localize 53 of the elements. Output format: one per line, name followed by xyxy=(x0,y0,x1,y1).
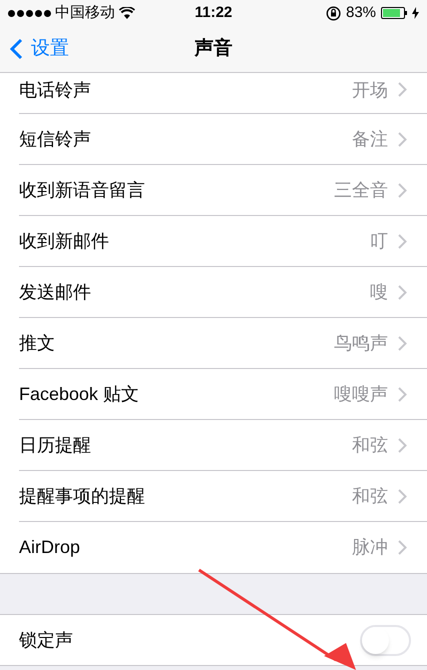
sound-value: 嗖嗖声 xyxy=(334,382,388,406)
sound-row[interactable]: AirDrop 脉冲 xyxy=(19,522,427,573)
sound-row[interactable]: 日历提醒 和弦 xyxy=(19,420,427,471)
sound-value: 和弦 xyxy=(352,484,388,508)
chevron-icon xyxy=(398,234,407,248)
chevron-icon xyxy=(398,488,407,504)
wifi-icon xyxy=(119,7,135,19)
sound-row[interactable]: 收到新语音留言 三全音 xyxy=(19,165,427,216)
sound-label: AirDrop xyxy=(19,536,82,559)
sound-label: 电话铃声 xyxy=(19,79,92,102)
sound-label: 日历提醒 xyxy=(19,434,92,456)
chevron-icon xyxy=(398,540,407,555)
chevron-icon xyxy=(398,438,407,452)
sound-row[interactable]: 电话铃声 开场 xyxy=(19,77,427,114)
chevron-icon xyxy=(398,284,407,300)
signal-icon xyxy=(8,10,51,16)
sound-value: 脉冲 xyxy=(352,536,388,559)
toggle-switch[interactable] xyxy=(360,624,411,656)
sound-label: 收到新语音留言 xyxy=(19,178,146,202)
sound-value: 嗖 xyxy=(370,280,388,304)
carrier-name: 中国移动 xyxy=(55,2,115,23)
chevron-icon xyxy=(398,386,407,402)
sound-label: 短信铃声 xyxy=(19,128,92,150)
sound-value: 鸟鸣声 xyxy=(334,332,388,354)
chevron-icon xyxy=(398,182,407,198)
toggle-label: 锁定声 xyxy=(19,628,74,652)
sound-row[interactable]: Facebook 贴文 嗖嗖声 xyxy=(19,369,427,420)
rotation-lock-icon xyxy=(326,6,341,20)
sound-label: 发送邮件 xyxy=(19,280,92,304)
sound-row[interactable]: 短信铃声 备注 xyxy=(19,114,427,165)
chevron-icon xyxy=(398,132,407,146)
sound-value: 开场 xyxy=(352,79,388,102)
back-button[interactable]: 设置 xyxy=(10,35,69,64)
sound-value: 叮 xyxy=(370,230,388,252)
sound-row[interactable]: 推文 鸟鸣声 xyxy=(19,318,427,369)
battery-percent: 83% xyxy=(346,2,376,23)
battery-icon xyxy=(381,7,408,19)
sound-value: 三全音 xyxy=(334,178,388,202)
charging-icon xyxy=(412,7,420,19)
sound-row[interactable]: 提醒事项的提醒 和弦 xyxy=(19,471,427,522)
sound-label: Facebook 贴文 xyxy=(19,382,140,406)
sound-row[interactable]: 发送邮件 嗖 xyxy=(19,267,427,318)
status-time: 11:22 xyxy=(194,2,232,23)
sound-value: 和弦 xyxy=(352,434,388,456)
sound-label: 推文 xyxy=(19,332,56,354)
sound-value: 备注 xyxy=(352,128,388,150)
back-chevron-icon xyxy=(10,38,23,60)
chevron-icon xyxy=(398,336,407,350)
chevron-icon xyxy=(398,82,407,97)
sound-row[interactable]: 收到新邮件 叮 xyxy=(19,216,427,267)
sound-label: 收到新邮件 xyxy=(19,230,110,252)
screen-title: 声音 xyxy=(194,36,232,61)
sound-label: 提醒事项的提醒 xyxy=(19,484,146,508)
